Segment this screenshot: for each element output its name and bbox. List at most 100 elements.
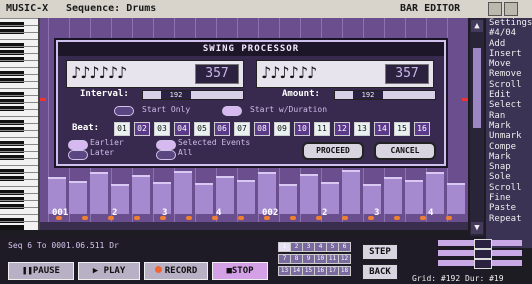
velocity-bar[interactable] [405,180,423,214]
white-key[interactable] [0,102,38,103]
beat-toggle-15[interactable]: 15 [394,122,410,136]
fader-1-knob[interactable] [474,239,492,249]
sidebar-command[interactable]: Mark [486,152,532,162]
scroll-up-icon[interactable]: ▲ [471,20,483,32]
pause-button[interactable]: ❚❚PAUSE [8,262,74,280]
quantize-cell[interactable]: 12 [338,254,351,264]
velocity-bar[interactable] [69,181,87,214]
white-key[interactable] [0,74,38,75]
white-key[interactable] [0,144,38,145]
zoom-button[interactable] [504,2,518,16]
record-button[interactable]: RECORD [144,262,208,280]
white-key[interactable] [0,81,38,82]
timeline-strip[interactable] [40,222,468,230]
sidebar-command[interactable]: Compe [486,142,532,152]
beat-toggle-09[interactable]: 09 [274,122,290,136]
white-key[interactable] [0,172,38,173]
sidebar-command[interactable]: Remove [486,69,532,79]
sidebar-command[interactable]: Snap [486,162,532,172]
velocity-bar[interactable] [384,177,402,214]
black-key[interactable] [0,225,24,230]
interval-slider-knob[interactable]: 192 [161,91,191,99]
white-key[interactable] [0,116,38,117]
white-key[interactable] [0,165,38,166]
counter-time[interactable]: 0001.06.511 [51,241,104,250]
beat-toggle-03[interactable]: 03 [154,122,170,136]
back-button[interactable]: BACK [362,264,398,280]
white-key[interactable] [0,186,38,187]
velocity-bars[interactable] [48,162,468,214]
piano-keyboard[interactable] [0,18,40,230]
sidebar-command[interactable]: Mark [486,121,532,131]
velocity-bar[interactable] [279,184,297,214]
fader-2-knob[interactable] [474,249,492,259]
white-key[interactable] [0,25,38,26]
beat-toggle-04[interactable]: 04 [174,122,190,136]
cancel-button[interactable]: CANCEL [374,142,436,160]
velocity-bar[interactable] [90,172,108,214]
velocity-bar[interactable] [342,170,360,214]
beat-toggle-01[interactable]: 01 [114,122,130,136]
white-key[interactable] [0,88,38,89]
scroll-down-icon[interactable]: ▼ [471,222,483,234]
interval-slider[interactable]: 192 [142,90,244,100]
fader-2[interactable] [438,249,522,259]
white-key[interactable] [0,207,38,208]
beat-toggle-11[interactable]: 11 [314,122,330,136]
white-key[interactable] [0,214,38,215]
stop-button[interactable]: ■STOP [212,262,268,280]
beat-toggle-12[interactable]: 12 [334,122,350,136]
sidebar-command[interactable]: #4/04 [486,28,532,38]
white-key[interactable] [0,151,38,152]
play-button[interactable]: ▶ PLAY [78,262,140,280]
selected-events-radio[interactable] [156,140,176,150]
scroll-thumb[interactable] [473,48,481,128]
sidebar-command[interactable]: Unmark [486,131,532,141]
velocity-bar[interactable] [237,180,255,214]
sidebar-command[interactable]: Select [486,100,532,110]
amount-slider[interactable]: 192 [334,90,436,100]
sidebar-command[interactable]: Add [486,39,532,49]
start-only-radio[interactable] [114,106,134,116]
amount-note-icons[interactable]: ♪♪♪♪♪♪ [261,63,317,82]
white-key[interactable] [0,158,38,159]
white-key[interactable] [0,46,38,47]
quantize-cell[interactable]: 18 [338,266,351,276]
sidebar-command[interactable]: Scroll [486,80,532,90]
proceed-button[interactable]: PROCEED [302,142,364,160]
white-key[interactable] [0,221,38,222]
white-key[interactable] [0,137,38,138]
interval-value[interactable]: 357 [195,64,239,84]
velocity-bar[interactable] [447,183,465,214]
earlier-radio[interactable] [68,140,88,150]
later-radio[interactable] [68,150,88,160]
white-key[interactable] [0,109,38,110]
white-key[interactable] [0,67,38,68]
sidebar-command[interactable]: Fine [486,193,532,203]
beat-toggle-02[interactable]: 02 [134,122,150,136]
white-key[interactable] [0,123,38,124]
velocity-bar[interactable] [174,171,192,214]
sidebar-command[interactable]: Edit [486,90,532,100]
white-key[interactable] [0,32,38,33]
white-key[interactable] [0,53,38,54]
white-key[interactable] [0,179,38,180]
white-key[interactable] [0,193,38,194]
step-button[interactable]: STEP [362,244,398,260]
beat-toggle-10[interactable]: 10 [294,122,310,136]
white-key[interactable] [0,200,38,201]
sidebar-command[interactable]: Repeat [486,214,532,224]
sidebar-command[interactable]: Move [486,59,532,69]
vertical-scrollbar[interactable]: ▲ ▼ [470,18,484,236]
sidebar-command[interactable]: Insert [486,49,532,59]
beat-toggle-08[interactable]: 08 [254,122,270,136]
all-radio[interactable] [156,150,176,160]
white-key[interactable] [0,18,38,19]
velocity-bar[interactable] [195,183,213,214]
sidebar-command[interactable]: Sole [486,172,532,182]
beat-toggle-16[interactable]: 16 [414,122,430,136]
quantize-cell[interactable]: 6 [338,242,351,252]
velocity-bar[interactable] [132,175,150,214]
interval-note-icons[interactable]: ♪♪♪♪♪♪ [71,63,127,82]
sidebar-command[interactable]: Scroll [486,183,532,193]
